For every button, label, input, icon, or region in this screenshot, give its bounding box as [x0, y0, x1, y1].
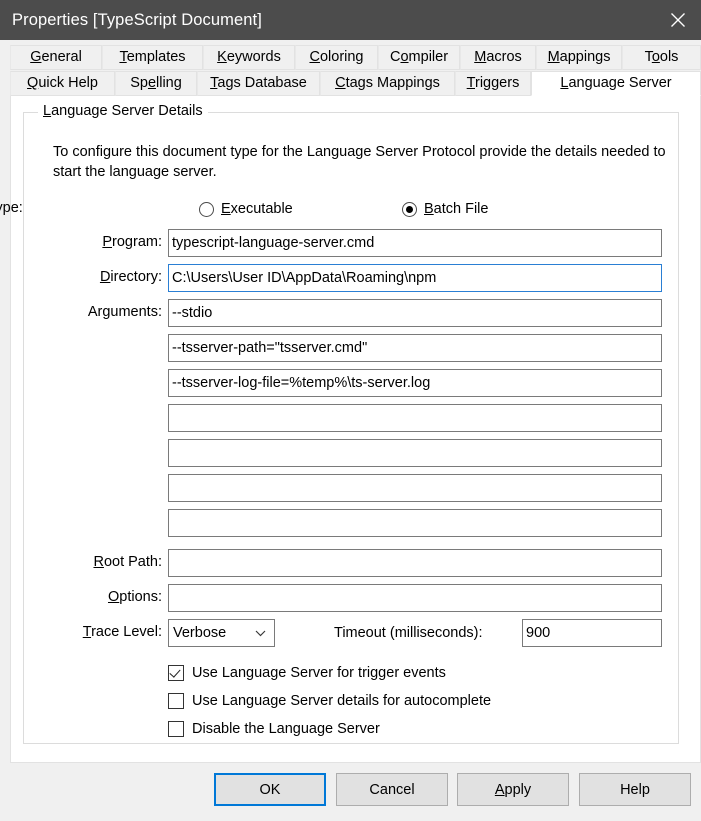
tab-templates[interactable]: Templates: [102, 45, 203, 70]
tab-triggers[interactable]: Triggers: [455, 71, 531, 96]
trace-level-label: Trace Level:: [82, 624, 162, 640]
tab-quick-help[interactable]: Quick Help: [10, 71, 115, 96]
arguments-label: Arguments:: [87, 304, 162, 320]
directory-input[interactable]: C:\Users\User ID\AppData\Roaming\npm: [168, 264, 662, 292]
radio-executable-indicator: [199, 201, 214, 217]
trace-level-value: Verbose: [173, 625, 227, 641]
checkbox-disable-language-server[interactable]: Disable the Language Server: [168, 718, 380, 740]
arguments-input-6[interactable]: [168, 474, 662, 502]
options-row: Options:: [24, 584, 678, 612]
tab-general[interactable]: General: [10, 45, 102, 70]
program-type-label: Program Type:: [0, 200, 23, 216]
root-path-input[interactable]: [168, 549, 662, 577]
checkbox-use-ls-autocomplete-label: Use Language Server details for autocomp…: [192, 693, 492, 709]
arguments-row: Arguments: --stdio: [24, 299, 678, 327]
tab-keywords-mnemonic: K: [217, 49, 227, 66]
radio-batch-file[interactable]: Batch File: [402, 198, 488, 220]
ok-button[interactable]: OK: [214, 773, 326, 806]
checkbox-use-ls-autocomplete-box: [168, 693, 184, 709]
checkbox-use-ls-trigger-events-label: Use Language Server for trigger events: [192, 665, 446, 681]
arguments-row-5: [24, 439, 678, 467]
arguments-input-7[interactable]: [168, 509, 662, 537]
options-input[interactable]: [168, 584, 662, 612]
radio-executable-label: Executable: [221, 201, 293, 217]
arguments-input-5[interactable]: [168, 439, 662, 467]
timeout-input[interactable]: 900: [522, 619, 662, 647]
tab-compiler-mnemonic: o: [400, 49, 409, 66]
tab-keywords[interactable]: Keywords: [203, 45, 295, 70]
tab-row-1: General Templates Keywords Coloring Comp…: [10, 45, 701, 70]
tab-mappings-mnemonic: M: [547, 49, 560, 66]
tab-triggers-mnemonic: T: [466, 75, 475, 92]
timeout-label: Timeout (milliseconds):: [334, 625, 483, 641]
arguments-row-3: --tsserver-log-file=%temp%\ts-server.log: [24, 369, 678, 397]
arguments-row-7: [24, 509, 678, 537]
group-legend-text: anguage Server Details: [51, 103, 203, 119]
dialog-button-bar: OK Cancel Apply Help: [0, 769, 701, 821]
checkbox-disable-language-server-label: Disable the Language Server: [192, 721, 380, 737]
program-row: Program: typescript-language-server.cmd: [24, 229, 678, 257]
title-bar: Properties [TypeScript Document]: [0, 0, 701, 40]
tab-ctags-mappings[interactable]: Ctags Mappings: [320, 71, 455, 96]
options-label: Options:: [107, 589, 162, 605]
tab-general-mnemonic: G: [30, 49, 42, 66]
group-legend-mnemonic: L: [43, 103, 52, 119]
tab-general-label: eneral: [41, 49, 82, 66]
tab-control: General Templates Keywords Coloring Comp…: [0, 45, 701, 763]
directory-label: Directory:: [99, 269, 162, 285]
trace-level-select[interactable]: Verbose: [168, 619, 275, 647]
close-icon[interactable]: [654, 0, 701, 40]
cancel-button[interactable]: Cancel: [336, 773, 448, 806]
tab-row-2: Quick Help Spelling Tags Database Ctags …: [10, 71, 701, 96]
program-label: Program:: [102, 234, 162, 250]
radio-batch-file-label: Batch File: [424, 201, 489, 217]
trace-level-row: Trace Level: Verbose Timeout (millisecon…: [24, 619, 678, 647]
radio-executable[interactable]: Executable: [199, 198, 293, 220]
arguments-row-6: [24, 474, 678, 502]
apply-button[interactable]: Apply: [457, 773, 569, 806]
tab-mappings[interactable]: Mappings: [536, 45, 622, 70]
tab-coloring-mnemonic: C: [309, 49, 320, 66]
tab-compiler[interactable]: Compiler: [378, 45, 460, 70]
directory-row: Directory: C:\Users\User ID\AppData\Roam…: [24, 264, 678, 292]
arguments-input-2[interactable]: --tsserver-path="tsserver.cmd": [168, 334, 662, 362]
program-input[interactable]: typescript-language-server.cmd: [168, 229, 662, 257]
tab-quick-help-mnemonic: Q: [27, 75, 39, 92]
language-server-details-group: Language Server Details To configure thi…: [0, 103, 679, 744]
tab-tools[interactable]: Tools: [622, 45, 701, 70]
arguments-input-1[interactable]: --stdio: [168, 299, 662, 327]
properties-dialog: Properties [TypeScript Document] General…: [0, 0, 701, 821]
tab-tools-mnemonic: o: [651, 49, 660, 66]
tab-language-server[interactable]: Language Server: [531, 71, 701, 96]
tab-strip: General Templates Keywords Coloring Comp…: [10, 45, 701, 96]
group-legend: Language Server Details: [38, 103, 208, 119]
tab-spelling-mnemonic: e: [147, 75, 157, 92]
arguments-input-3[interactable]: --tsserver-log-file=%temp%\ts-server.log: [168, 369, 662, 397]
checkbox-disable-language-server-box: [168, 721, 184, 737]
root-path-row: Root Path:: [24, 549, 678, 577]
arguments-row-4: [24, 404, 678, 432]
apply-button-mnemonic: A: [494, 781, 505, 798]
tab-coloring[interactable]: Coloring: [295, 45, 378, 70]
tab-tags-database[interactable]: Tags Database: [197, 71, 320, 96]
help-button[interactable]: Help: [579, 773, 691, 806]
root-path-label: Root Path:: [93, 554, 162, 570]
checkbox-use-ls-trigger-events[interactable]: Use Language Server for trigger events: [168, 662, 446, 684]
arguments-input-4[interactable]: [168, 404, 662, 432]
checkbox-use-ls-autocomplete[interactable]: Use Language Server details for autocomp…: [168, 690, 491, 712]
tab-ctags-mappings-mnemonic: C: [335, 75, 346, 92]
chevron-down-icon: [254, 627, 266, 639]
checkbox-use-ls-trigger-events-box: [168, 665, 184, 681]
arguments-row-2: --tsserver-path="tsserver.cmd": [24, 334, 678, 362]
tab-macros-mnemonic: M: [474, 49, 487, 66]
group-description: To configure this document type for the …: [53, 144, 666, 180]
tab-templates-mnemonic: T: [119, 49, 127, 66]
dialog-client-area: General Templates Keywords Coloring Comp…: [0, 40, 701, 821]
tab-macros[interactable]: Macros: [460, 45, 536, 70]
program-type-row: Program Type: Executable Batch File: [0, 195, 678, 221]
tab-spelling[interactable]: Spelling: [115, 71, 197, 96]
radio-batch-file-indicator: [402, 201, 417, 217]
tab-page-language-server: Language Server Details To configure thi…: [0, 96, 701, 763]
window-title: Properties [TypeScript Document]: [12, 10, 262, 29]
